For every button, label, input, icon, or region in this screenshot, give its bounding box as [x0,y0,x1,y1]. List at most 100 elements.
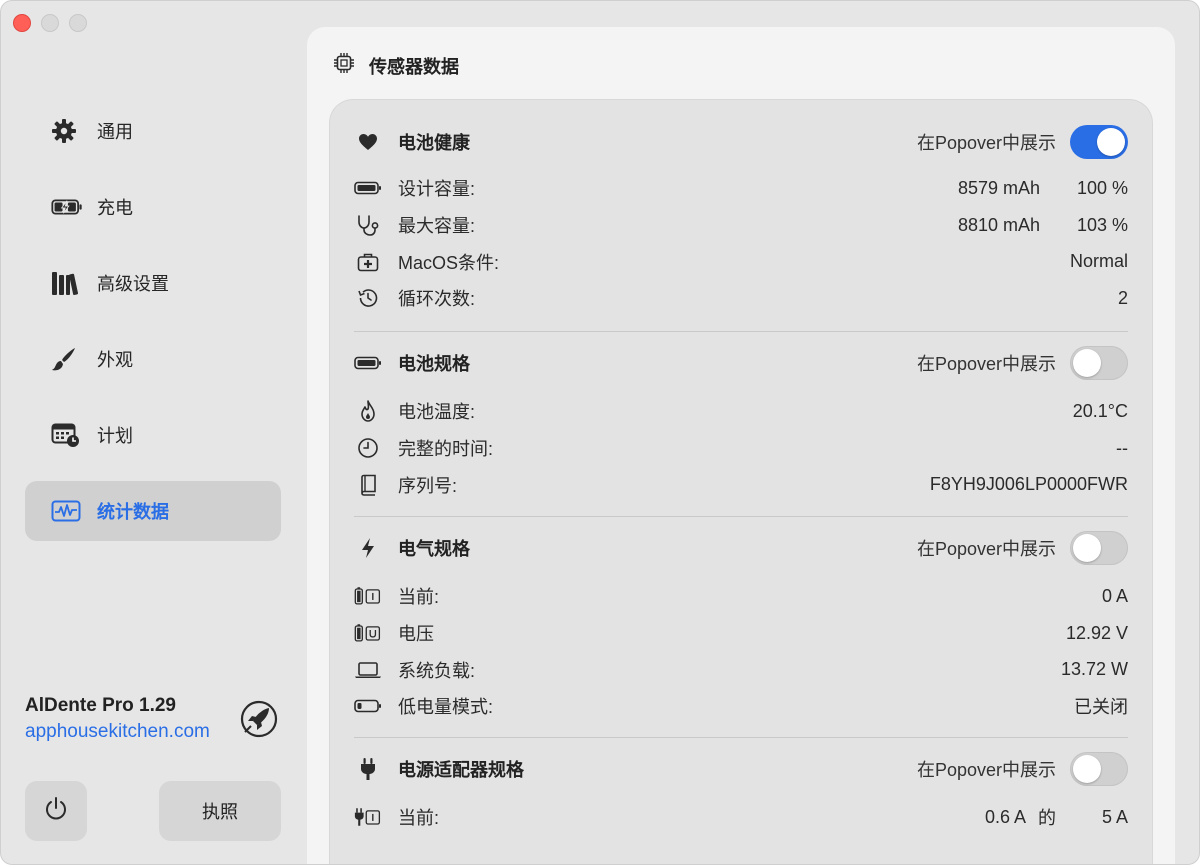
design-capacity-row: 设计容量: 8579 mAh 100 % [354,170,1128,207]
row-value: -- [1116,437,1128,458]
laptop-icon [354,661,382,679]
sidebar-item-advanced[interactable]: 高级设置 [25,253,281,313]
sidebar-item-label: 外观 [97,350,133,370]
books-icon [51,269,83,297]
rocket-icon [239,699,279,739]
row-label: 当前: [398,808,440,829]
sidebar-item-label: 高级设置 [97,274,169,294]
row-label: 低电量模式: [398,697,494,718]
voltage-row: 电压 12.92 V [354,615,1128,652]
sidebar-item-label: 通用 [97,122,133,142]
row-value: 0 A [1101,585,1128,606]
battery-full-icon [354,181,382,195]
sidebar-item-statistics[interactable]: 统计数据 [25,481,281,541]
calendar-clock-icon [51,421,83,449]
sidebar-item-label: 统计数据 [97,502,169,522]
waveform-chart-icon [51,497,83,525]
license-button[interactable]: 执照 [159,781,281,841]
app-version: AlDente Pro 1.29 [25,695,176,716]
row-label: 最大容量: [398,216,476,237]
page-header: 传感器数据 [333,52,459,79]
max-capacity-row: 最大容量: 8810 mAh 103 % [354,207,1128,244]
current-row: 当前: 0 A [354,578,1128,615]
history-clock-icon [354,287,382,309]
medical-kit-icon [354,252,382,272]
row-label: 循环次数: [398,289,476,310]
sidebar: 通用 充电 高级设置 外观 计划 统计数据 AlDente Pro 1.29 a… [1,1,306,864]
show-in-popover-label: 在Popover中展示 [916,133,1056,153]
bolt-icon [354,537,382,559]
sidebar-item-schedule[interactable]: 计划 [25,405,281,465]
section-divider [354,331,1128,332]
sidebar-item-general[interactable]: 通用 [25,101,281,161]
section-title: 电源适配器规格 [398,760,524,780]
show-in-popover-toggle[interactable] [1070,125,1128,159]
section-title: 电池健康 [398,133,470,153]
row-of-label: 的 [1038,808,1056,829]
battery-low-icon [354,699,382,713]
power-adapter-section: 电源适配器规格 在Popover中展示 当前: 0.6 A 的 5 A [354,751,1128,836]
row-label: 设计容量: [398,179,476,200]
row-label: MacOS条件: [398,252,500,273]
section-header: 电源适配器规格 在Popover中展示 [354,751,1128,787]
battery-charging-icon [51,193,83,221]
quit-button[interactable] [25,781,87,841]
show-in-popover-toggle[interactable] [1070,752,1128,786]
section-header: 电气规格 在Popover中展示 [354,530,1128,566]
row-label: 完整的时间: [398,439,494,460]
row-value: 已关闭 [1074,697,1128,718]
row-value: 13.72 W [1060,659,1128,680]
website-link[interactable]: apphousekitchen.com [25,721,210,743]
row-value: F8YH9J006LP0000FWR [929,474,1128,495]
row-label: 电池温度: [398,402,476,423]
show-in-popover-toggle[interactable] [1070,531,1128,565]
flame-icon [354,400,382,423]
battery-spec-section: 电池规格 在Popover中展示 电池温度: 20.1°C 完整的时间: -- … [354,345,1128,503]
sidebar-item-charging[interactable]: 充电 [25,177,281,237]
section-divider [354,516,1128,517]
stethoscope-icon [354,214,382,236]
cpu-chip-icon [333,52,355,79]
heart-icon [354,133,382,151]
section-divider [354,737,1128,738]
battery-health-section: 电池健康 在Popover中展示 设计容量: 8579 mAh 100 % 最大… [354,124,1128,317]
macos-condition-row: MacOS条件: Normal [354,243,1128,280]
section-header: 电池健康 在Popover中展示 [354,124,1128,160]
row-label: 当前: [398,587,440,608]
row-label: 序列号: [398,475,458,496]
battery-voltage-icon [354,622,382,644]
plug-icon [354,757,382,781]
electrical-spec-section: 电气规格 在Popover中展示 当前: 0 A 电压 12.92 V 系统负载… [354,530,1128,725]
clock-icon [354,437,382,459]
sidebar-nav: 通用 充电 高级设置 外观 计划 统计数据 [25,101,281,557]
row-label: 电压 [398,624,434,645]
row-max-value: 5 A [1101,806,1128,827]
row-value: 20.1°C [1072,400,1128,421]
sensor-data-card: 电池健康 在Popover中展示 设计容量: 8579 mAh 100 % 最大… [329,99,1153,864]
show-in-popover-toggle[interactable] [1070,346,1128,380]
paintbrush-icon [51,345,83,373]
system-load-row: 系统负载: 13.72 W [354,651,1128,688]
plug-current-icon [354,806,382,828]
section-title: 电气规格 [398,539,470,559]
row-percent: 103 % [1076,214,1128,235]
app-info: AlDente Pro 1.29 apphousekitchen.com [25,695,210,743]
book-icon [354,474,382,496]
sidebar-item-label: 充电 [97,198,133,218]
row-value: 8579 mAh [957,177,1040,198]
row-percent: 100 % [1076,177,1128,198]
adapter-current-row: 当前: 0.6 A 的 5 A [354,799,1128,836]
section-title: 电池规格 [398,354,470,374]
battery-temperature-row: 电池温度: 20.1°C [354,393,1128,430]
time-to-full-row: 完整的时间: -- [354,430,1128,467]
app-window: 通用 充电 高级设置 外观 计划 统计数据 AlDente Pro 1.29 a… [0,0,1200,865]
low-power-mode-row: 低电量模式: 已关闭 [354,688,1128,725]
row-value: 0.6 A [984,806,1026,827]
main-panel: 传感器数据 电池健康 在Popover中展示 设计容量: 8579 mAh 10… [307,27,1175,864]
row-value: 8810 mAh [957,214,1040,235]
row-value: 12.92 V [1065,622,1128,643]
row-value: 2 [1117,287,1128,308]
row-label: 系统负载: [398,660,476,681]
sidebar-item-appearance[interactable]: 外观 [25,329,281,389]
show-in-popover-label: 在Popover中展示 [916,760,1056,780]
